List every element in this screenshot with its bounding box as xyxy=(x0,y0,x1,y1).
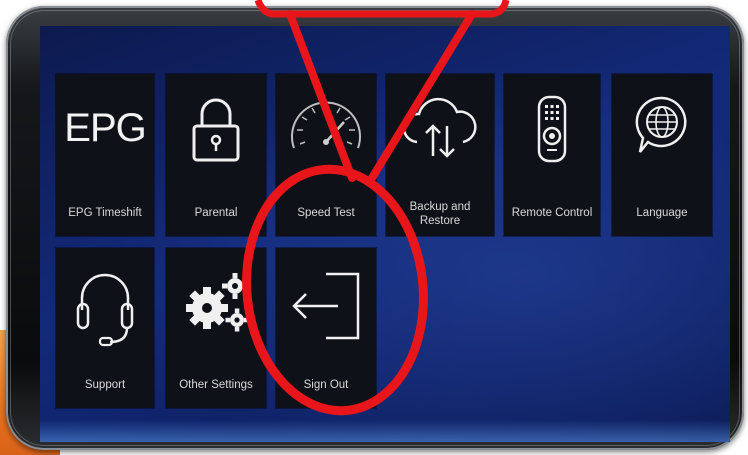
sign-out-icon xyxy=(286,270,366,342)
tile-label: Parental xyxy=(194,207,238,219)
padlock-icon xyxy=(190,96,242,164)
tile-label: EPG Timeshift xyxy=(68,207,142,219)
tile-language[interactable]: Language xyxy=(612,74,712,236)
tile-label: Remote Control xyxy=(511,207,593,219)
speedometer-icon xyxy=(286,96,366,160)
tile-parental[interactable]: Parental xyxy=(166,74,266,236)
tile-label: Other Settings xyxy=(179,379,253,391)
headset-icon xyxy=(74,266,136,348)
tile-other-settings[interactable]: Other Settings xyxy=(166,248,266,408)
tile-remote-control[interactable]: Remote Control xyxy=(504,74,600,236)
globe-speech-icon xyxy=(632,94,692,158)
tile-label: Backup and Restore xyxy=(409,201,471,227)
tile-backup-restore[interactable]: Backup and Restore xyxy=(386,74,494,236)
tile-speed-test[interactable]: Speed Test xyxy=(276,74,376,236)
tile-label: Speed Test xyxy=(297,207,355,219)
settings-screen: EPG EPG Timeshift Parental Speed Test Ba… xyxy=(40,26,730,442)
remote-control-icon xyxy=(532,94,572,164)
tile-label: Sign Out xyxy=(303,379,349,391)
tile-support[interactable]: Support xyxy=(56,248,154,408)
tile-sign-out[interactable]: Sign Out xyxy=(276,248,376,408)
tile-epg-timeshift[interactable]: EPG EPG Timeshift xyxy=(56,74,154,236)
cloud-sync-icon xyxy=(401,96,479,162)
tile-label: Support xyxy=(84,379,126,391)
tile-label: Language xyxy=(636,207,688,219)
epg-icon: EPG xyxy=(64,106,146,150)
gears-icon xyxy=(181,270,251,336)
